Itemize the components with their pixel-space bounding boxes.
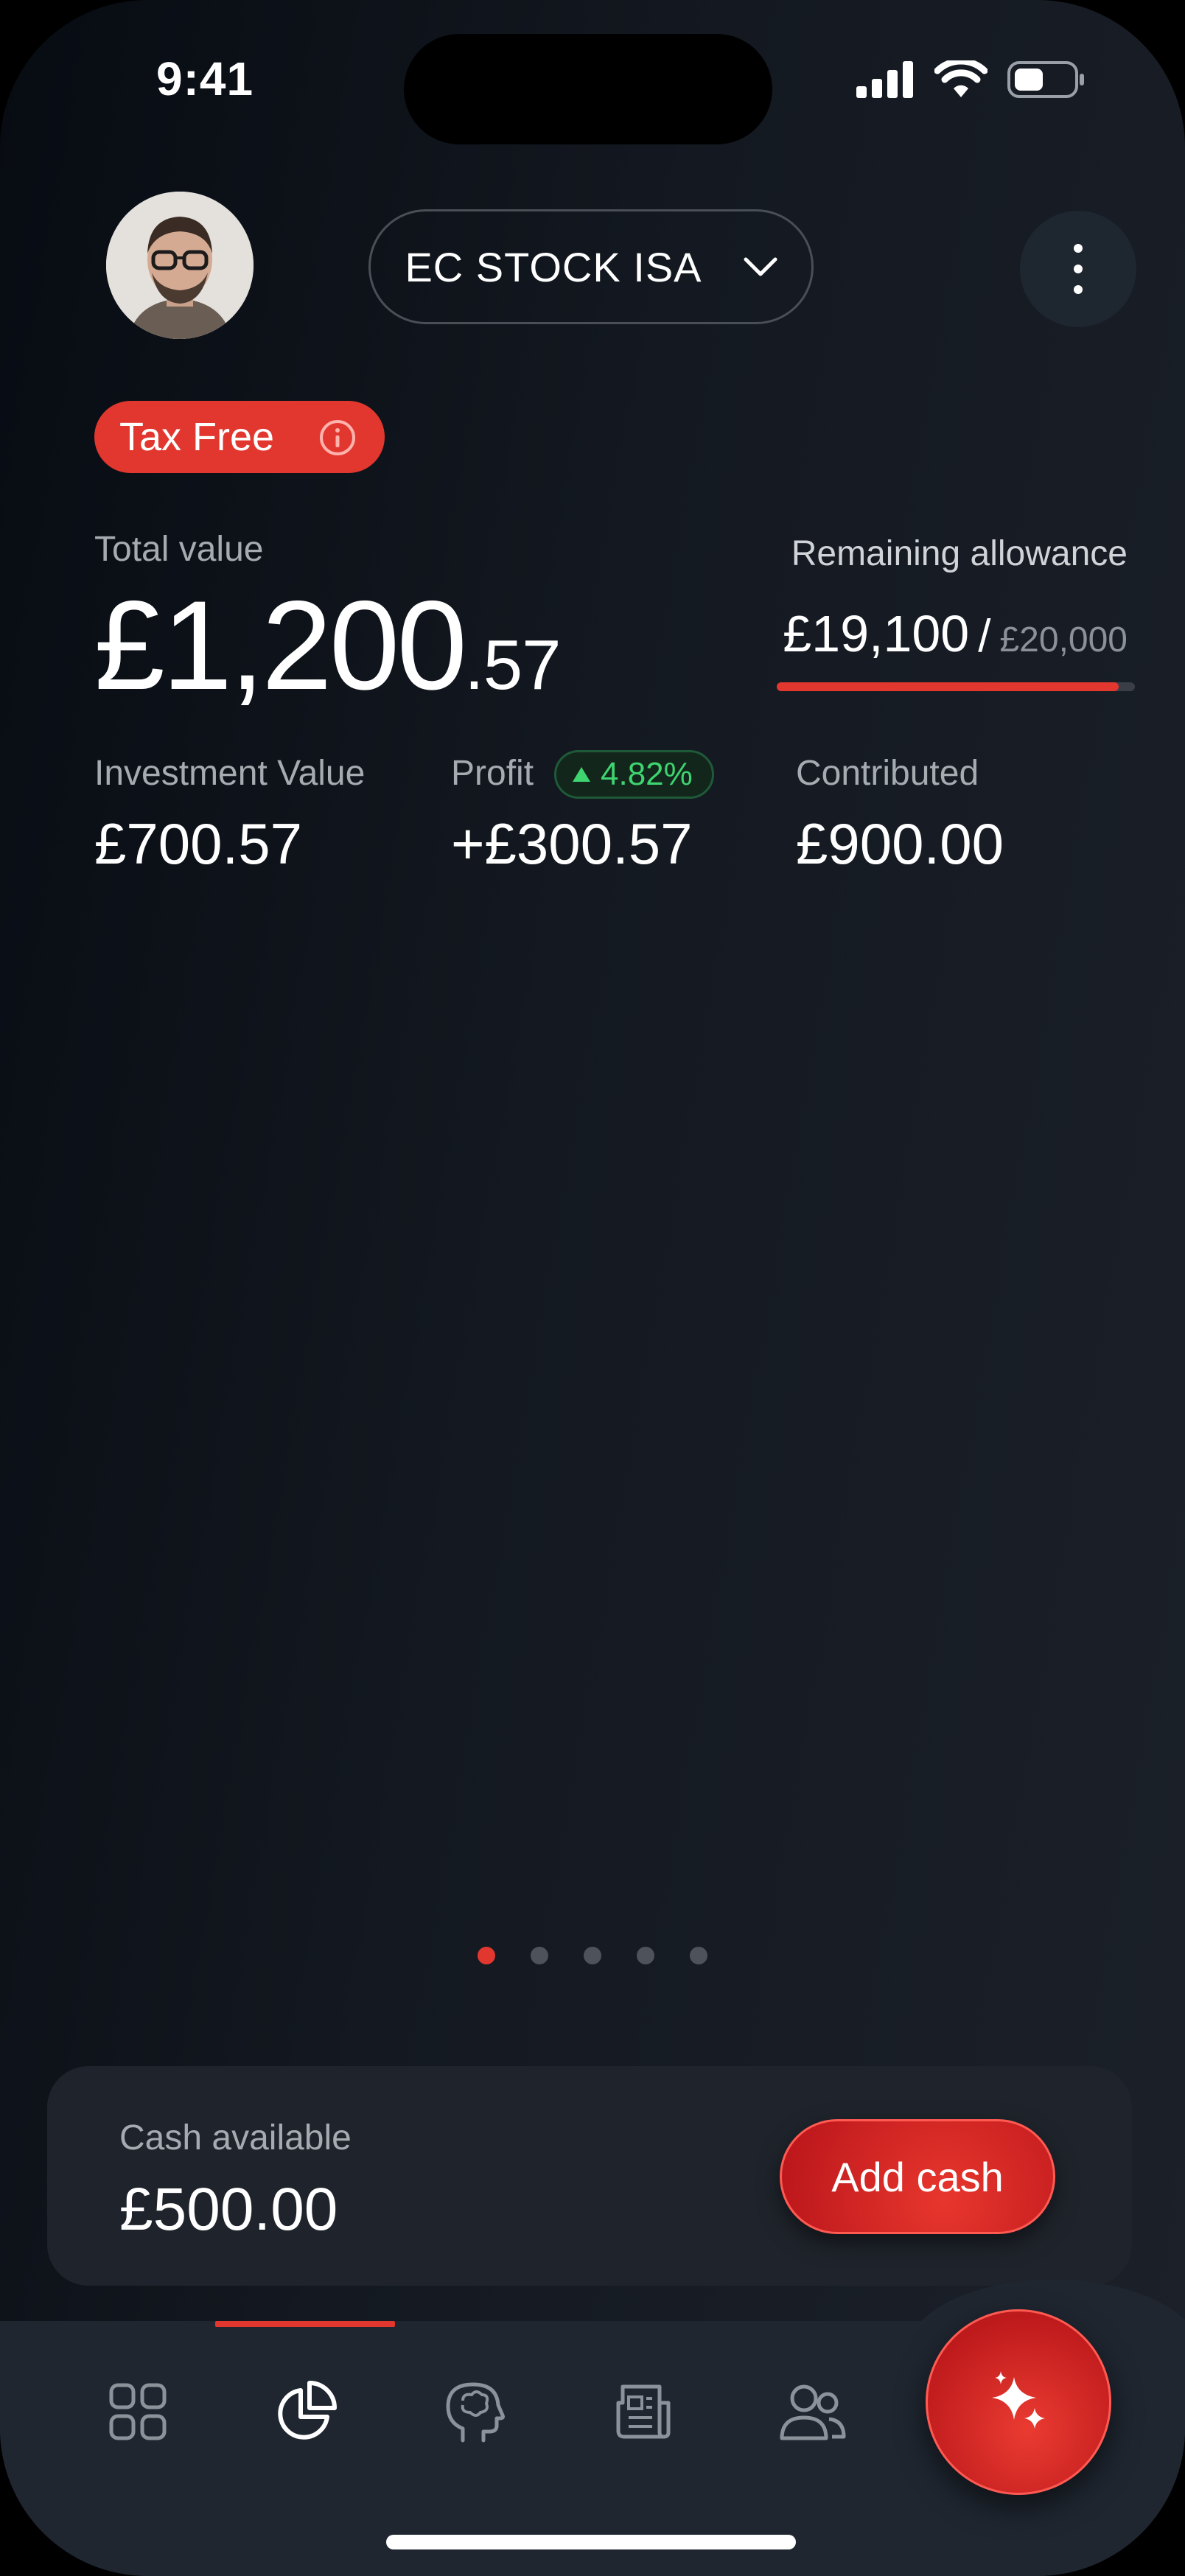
add-cash-button[interactable]: Add cash [780,2119,1055,2234]
page-dot[interactable] [531,1947,548,1964]
battery-icon [1007,61,1084,98]
info-icon[interactable] [318,419,357,457]
investment-value: £700.57 [94,811,302,876]
page-indicator[interactable] [478,1947,707,1964]
cash-available-label: Cash available [119,2118,352,2157]
ai-assistant-button[interactable] [926,2309,1111,2495]
more-options-button[interactable] [1020,211,1136,327]
contributed-label: Contributed [796,754,979,793]
nav-item-news[interactable] [603,2371,684,2452]
total-value: £1,200.57 [94,582,562,709]
investment-value-label: Investment Value [94,754,366,793]
dynamic-island [404,34,772,144]
news-icon [616,2384,671,2439]
page-dot[interactable] [584,1947,601,1964]
total-value-whole: £1,200 [94,575,467,716]
phone-screen: 9:41 EC STOCK ISA Tax Free Total value £… [0,0,1185,2576]
page-dot[interactable] [478,1947,495,1964]
remaining-allowance-label: Remaining allowance [791,534,1128,573]
allowance-separator: / [978,611,991,662]
account-selector[interactable]: EC STOCK ISA [368,209,814,324]
more-dot-icon [1074,265,1083,273]
nav-item-dashboard[interactable] [97,2371,178,2452]
community-icon [780,2384,846,2440]
nav-item-community[interactable] [772,2371,853,2452]
sparkles-icon [992,2371,1045,2429]
allowance-progress-fill [777,682,1119,691]
status-icons [856,60,1086,99]
tax-free-label: Tax Free [119,415,275,459]
triangle-up-icon [573,767,590,782]
wifi-icon [934,60,988,97]
chevron-down-icon [744,257,777,276]
account-name: EC STOCK ISA [405,243,702,290]
status-time: 9:41 [156,52,254,105]
profit-label: Profit [451,754,534,793]
page-dot[interactable] [637,1947,654,1964]
page-dot[interactable] [690,1947,707,1964]
allowance-progress-bar [777,682,1135,691]
profit-change-badge: 4.82% [554,750,714,799]
total-value-decimal: .57 [464,626,561,704]
nav-active-indicator [215,2321,395,2327]
avatar[interactable] [106,192,254,339]
more-dot-icon [1074,285,1083,294]
portfolio-pie-icon [278,2381,337,2440]
profit-value: +£300.57 [451,811,693,876]
contributed-value: £900.00 [796,811,1004,876]
nav-item-portfolio[interactable] [265,2371,346,2452]
home-indicator[interactable] [386,2535,796,2549]
cash-available-value: £500.00 [119,2176,338,2243]
nav-item-insights[interactable] [433,2371,514,2452]
tax-free-badge[interactable]: Tax Free [94,401,385,473]
avatar-photo [106,192,254,339]
cellular-signal-icon [856,61,913,98]
allowance-remaining: £19,100 [783,605,970,662]
remaining-allowance-value: £19,100 / £20,000 [783,604,1128,663]
cash-available-card: Cash available £500.00 Add cash [47,2066,1132,2286]
more-dot-icon [1074,244,1083,253]
ai-brain-icon [446,2382,505,2443]
profit-change-value: 4.82% [601,756,693,792]
total-value-label: Total value [94,530,264,569]
allowance-total: £20,000 [999,620,1128,659]
dashboard-icon [109,2383,167,2440]
